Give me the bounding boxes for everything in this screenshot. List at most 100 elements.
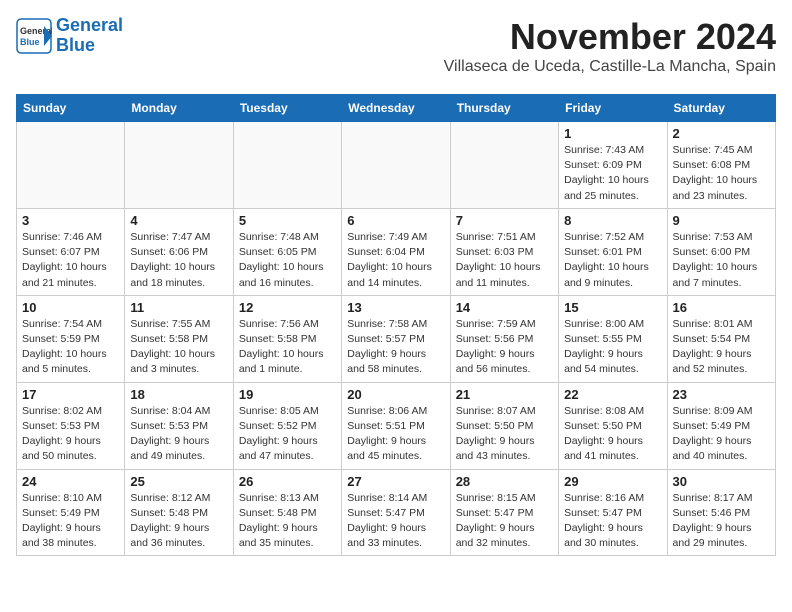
logo: General Blue General Blue <box>16 16 123 56</box>
day-info: Sunrise: 7:59 AMSunset: 5:56 PMDaylight:… <box>456 317 553 378</box>
day-number: 4 <box>130 213 227 228</box>
calendar-cell: 13 Sunrise: 7:58 AMSunset: 5:57 PMDayligh… <box>342 295 450 382</box>
day-info: Sunrise: 7:51 AMSunset: 6:03 PMDaylight:… <box>456 230 553 291</box>
calendar-cell: 3 Sunrise: 7:46 AMSunset: 6:07 PMDaylight… <box>17 208 125 295</box>
calendar-cell: 7 Sunrise: 7:51 AMSunset: 6:03 PMDaylight… <box>450 208 558 295</box>
day-info: Sunrise: 7:53 AMSunset: 6:00 PMDaylight:… <box>673 230 770 291</box>
day-number: 29 <box>564 474 661 489</box>
day-number: 18 <box>130 387 227 402</box>
day-info: Sunrise: 8:08 AMSunset: 5:50 PMDaylight:… <box>564 404 661 465</box>
calendar-cell: 1Sunrise: 7:43 AMSunset: 6:09 PMDaylight… <box>559 122 667 209</box>
day-number: 26 <box>239 474 336 489</box>
day-info: Sunrise: 7:54 AMSunset: 5:59 PMDaylight:… <box>22 317 119 378</box>
weekday-header-sunday: Sunday <box>17 95 125 122</box>
day-number: 3 <box>22 213 119 228</box>
day-number: 14 <box>456 300 553 315</box>
week-row-1: 1Sunrise: 7:43 AMSunset: 6:09 PMDaylight… <box>17 122 776 209</box>
weekday-header-thursday: Thursday <box>450 95 558 122</box>
calendar-cell: 4 Sunrise: 7:47 AMSunset: 6:06 PMDaylight… <box>125 208 233 295</box>
day-info: Sunrise: 7:49 AMSunset: 6:04 PMDaylight:… <box>347 230 444 291</box>
weekday-header-monday: Monday <box>125 95 233 122</box>
calendar-cell: 8 Sunrise: 7:52 AMSunset: 6:01 PMDaylight… <box>559 208 667 295</box>
day-info: Sunrise: 7:46 AMSunset: 6:07 PMDaylight:… <box>22 230 119 291</box>
weekday-header-wednesday: Wednesday <box>342 95 450 122</box>
day-number: 20 <box>347 387 444 402</box>
calendar-cell: 22 Sunrise: 8:08 AMSunset: 5:50 PMDayligh… <box>559 382 667 469</box>
location-title: Villaseca de Uceda, Castille-La Mancha, … <box>444 58 776 76</box>
calendar-cell: 26 Sunrise: 8:13 AMSunset: 5:48 PMDayligh… <box>233 469 341 556</box>
day-info: Sunrise: 8:13 AMSunset: 5:48 PMDaylight:… <box>239 491 336 552</box>
day-number: 2 <box>673 126 770 141</box>
day-info: Sunrise: 7:48 AMSunset: 6:05 PMDaylight:… <box>239 230 336 291</box>
calendar-cell: 16Sunrise: 8:01 AMSunset: 5:54 PMDayligh… <box>667 295 775 382</box>
logo-blue: Blue <box>56 35 95 55</box>
calendar-cell: 10 Sunrise: 7:54 AMSunset: 5:59 PMDayligh… <box>17 295 125 382</box>
day-info: Sunrise: 8:17 AMSunset: 5:46 PMDaylight:… <box>673 491 770 552</box>
calendar-cell: 9 Sunrise: 7:53 AMSunset: 6:00 PMDaylight… <box>667 208 775 295</box>
calendar-cell: 12 Sunrise: 7:56 AMSunset: 5:58 PMDayligh… <box>233 295 341 382</box>
weekday-header-saturday: Saturday <box>667 95 775 122</box>
day-info: Sunrise: 8:02 AMSunset: 5:53 PMDaylight:… <box>22 404 119 465</box>
day-info: Sunrise: 8:15 AMSunset: 5:47 PMDaylight:… <box>456 491 553 552</box>
calendar-cell: 15Sunrise: 8:00 AMSunset: 5:55 PMDayligh… <box>559 295 667 382</box>
week-row-5: 24 Sunrise: 8:10 AMSunset: 5:49 PMDayligh… <box>17 469 776 556</box>
calendar-cell: 28Sunrise: 8:15 AMSunset: 5:47 PMDayligh… <box>450 469 558 556</box>
day-info: Sunrise: 8:07 AMSunset: 5:50 PMDaylight:… <box>456 404 553 465</box>
calendar-cell <box>125 122 233 209</box>
day-number: 6 <box>347 213 444 228</box>
calendar-cell: 30Sunrise: 8:17 AMSunset: 5:46 PMDayligh… <box>667 469 775 556</box>
day-info: Sunrise: 8:04 AMSunset: 5:53 PMDaylight:… <box>130 404 227 465</box>
day-number: 9 <box>673 213 770 228</box>
calendar-cell: 21Sunrise: 8:07 AMSunset: 5:50 PMDayligh… <box>450 382 558 469</box>
logo-text: General Blue <box>56 16 123 56</box>
calendar-cell: 14 Sunrise: 7:59 AMSunset: 5:56 PMDayligh… <box>450 295 558 382</box>
day-info: Sunrise: 8:10 AMSunset: 5:49 PMDaylight:… <box>22 491 119 552</box>
day-info: Sunrise: 7:58 AMSunset: 5:57 PMDaylight:… <box>347 317 444 378</box>
day-number: 5 <box>239 213 336 228</box>
day-number: 25 <box>130 474 227 489</box>
day-info: Sunrise: 7:47 AMSunset: 6:06 PMDaylight:… <box>130 230 227 291</box>
day-info: Sunrise: 8:12 AMSunset: 5:48 PMDaylight:… <box>130 491 227 552</box>
day-number: 22 <box>564 387 661 402</box>
day-number: 8 <box>564 213 661 228</box>
logo-general: General <box>56 15 123 35</box>
day-info: Sunrise: 8:06 AMSunset: 5:51 PMDaylight:… <box>347 404 444 465</box>
day-info: Sunrise: 7:52 AMSunset: 6:01 PMDaylight:… <box>564 230 661 291</box>
calendar-cell: 18 Sunrise: 8:04 AMSunset: 5:53 PMDayligh… <box>125 382 233 469</box>
day-number: 10 <box>22 300 119 315</box>
day-info: Sunrise: 8:16 AMSunset: 5:47 PMDaylight:… <box>564 491 661 552</box>
week-row-4: 17 Sunrise: 8:02 AMSunset: 5:53 PMDayligh… <box>17 382 776 469</box>
calendar-cell: 25 Sunrise: 8:12 AMSunset: 5:48 PMDayligh… <box>125 469 233 556</box>
calendar-cell: 17 Sunrise: 8:02 AMSunset: 5:53 PMDayligh… <box>17 382 125 469</box>
calendar-cell <box>342 122 450 209</box>
day-number: 24 <box>22 474 119 489</box>
day-info: Sunrise: 7:55 AMSunset: 5:58 PMDaylight:… <box>130 317 227 378</box>
month-title: November 2024 <box>444 16 776 58</box>
calendar-cell: 27Sunrise: 8:14 AMSunset: 5:47 PMDayligh… <box>342 469 450 556</box>
calendar-cell: 19Sunrise: 8:05 AMSunset: 5:52 PMDayligh… <box>233 382 341 469</box>
day-number: 13 <box>347 300 444 315</box>
calendar-cell: 29 Sunrise: 8:16 AMSunset: 5:47 PMDayligh… <box>559 469 667 556</box>
day-info: Sunrise: 7:45 AMSunset: 6:08 PMDaylight:… <box>673 143 770 204</box>
day-number: 15 <box>564 300 661 315</box>
calendar-cell: 20 Sunrise: 8:06 AMSunset: 5:51 PMDayligh… <box>342 382 450 469</box>
calendar-cell <box>233 122 341 209</box>
day-number: 11 <box>130 300 227 315</box>
logo-icon: General Blue <box>16 18 52 54</box>
calendar-table: SundayMondayTuesdayWednesdayThursdayFrid… <box>16 94 776 556</box>
week-row-2: 3 Sunrise: 7:46 AMSunset: 6:07 PMDaylight… <box>17 208 776 295</box>
calendar-cell: 2 Sunrise: 7:45 AMSunset: 6:08 PMDaylight… <box>667 122 775 209</box>
day-number: 17 <box>22 387 119 402</box>
calendar-cell: 6 Sunrise: 7:49 AMSunset: 6:04 PMDaylight… <box>342 208 450 295</box>
calendar-cell: 5 Sunrise: 7:48 AMSunset: 6:05 PMDaylight… <box>233 208 341 295</box>
weekday-header-tuesday: Tuesday <box>233 95 341 122</box>
day-number: 12 <box>239 300 336 315</box>
weekday-header-friday: Friday <box>559 95 667 122</box>
top-area: General Blue General Blue November 2024 … <box>16 16 776 86</box>
calendar-cell: 23Sunrise: 8:09 AMSunset: 5:49 PMDayligh… <box>667 382 775 469</box>
day-info: Sunrise: 8:09 AMSunset: 5:49 PMDaylight:… <box>673 404 770 465</box>
day-number: 16 <box>673 300 770 315</box>
day-number: 7 <box>456 213 553 228</box>
title-section: November 2024 Villaseca de Uceda, Castil… <box>444 16 776 84</box>
day-info: Sunrise: 7:56 AMSunset: 5:58 PMDaylight:… <box>239 317 336 378</box>
